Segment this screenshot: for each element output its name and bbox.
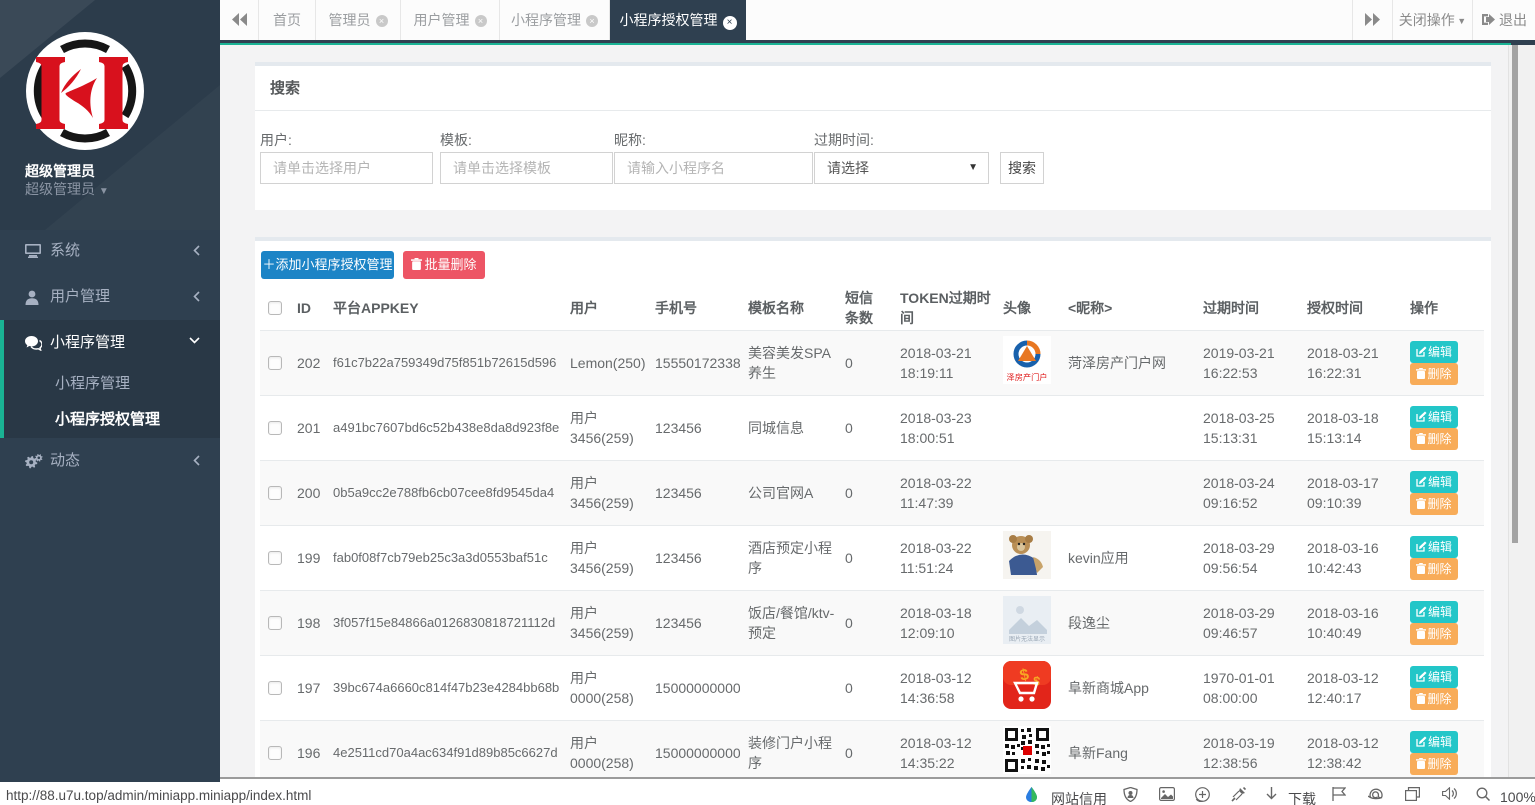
- svg-text:泽房产门户: 泽房产门户: [1007, 372, 1048, 382]
- svg-text:图片无法显示: 图片无法显示: [1009, 635, 1045, 643]
